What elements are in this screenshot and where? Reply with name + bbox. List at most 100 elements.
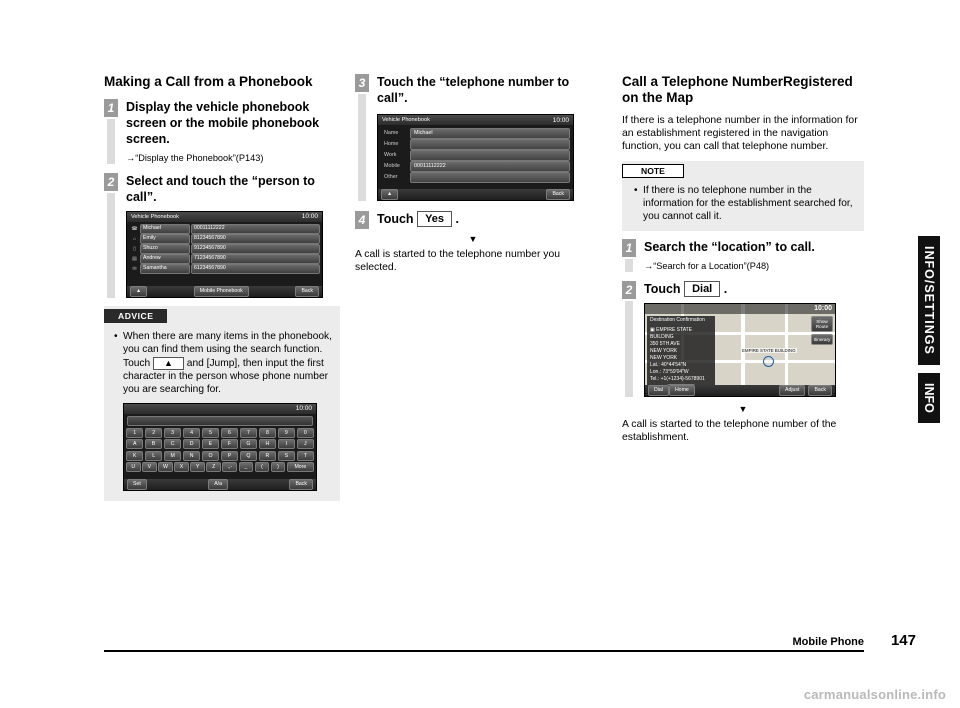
screenshot-vehicle-phonebook-list: Vehicle Phonebook 10:00 ☎ Michael 000111… xyxy=(126,210,323,298)
key-g[interactable]: G xyxy=(239,439,258,449)
address-line-2: NEW YORK xyxy=(650,348,678,354)
more-button[interactable]: More xyxy=(286,462,314,472)
key-i[interactable]: I xyxy=(277,439,296,449)
screen-clock: 10:00 xyxy=(295,405,312,412)
adjust-button[interactable]: Adjust xyxy=(779,385,806,396)
screenshot-bottombar: ▲ Mobile Phonebook Back xyxy=(127,285,322,297)
case-button[interactable]: A/a xyxy=(208,478,229,490)
key-7[interactable]: 7 xyxy=(239,427,258,438)
key-y[interactable]: Y xyxy=(190,462,205,472)
key-paren-close[interactable]: ) xyxy=(270,462,286,472)
show-route-button[interactable]: Show Route xyxy=(811,316,833,332)
destination-confirmation-panel: Destination Confirmation ▣ EMPIRE STATE … xyxy=(647,316,715,394)
result-text: A call is started to the telephone numbe… xyxy=(622,419,837,443)
key-f[interactable]: F xyxy=(220,439,239,449)
key-t[interactable]: T xyxy=(296,450,315,461)
key-paren-open[interactable]: ( xyxy=(254,462,270,472)
step-number: 4 xyxy=(355,211,369,229)
step-4: 4 Touch Yes . xyxy=(355,211,591,229)
key-1[interactable]: 1 xyxy=(125,427,144,438)
list-item[interactable]: ▤ Andrew 71234567890 xyxy=(129,254,320,264)
latitude-row: Lat.: 40°44'54"N xyxy=(650,362,687,368)
advice-box: ADVICE When there are many items in the … xyxy=(104,305,340,501)
list-item[interactable]: ▯ Shuzo 91234567890 xyxy=(129,244,320,254)
key-4[interactable]: 4 xyxy=(182,427,201,438)
key-d[interactable]: D xyxy=(182,439,201,449)
dial-key[interactable]: Dial xyxy=(684,281,721,297)
key-5[interactable]: 5 xyxy=(201,427,220,438)
dial-button[interactable]: Dial xyxy=(648,385,669,396)
keyboard-row: K L M N O P Q R S T xyxy=(125,450,315,461)
footer-rule: Mobile Phone 147 xyxy=(104,632,916,652)
key-2[interactable]: 2 xyxy=(144,427,163,438)
key-e[interactable]: E xyxy=(201,439,220,449)
step-2-map: 2 Touch Dial . 10:00 Destination Confirm… xyxy=(622,281,864,397)
step-title: Touch Dial . xyxy=(644,281,864,297)
list-item[interactable]: ✉ Samantha 61234567890 xyxy=(129,264,320,274)
jump-key[interactable]: ▲ xyxy=(153,356,184,370)
key-o[interactable]: O xyxy=(201,450,220,461)
key-8[interactable]: 8 xyxy=(258,427,277,438)
key-h[interactable]: H xyxy=(258,439,277,449)
back-button[interactable]: Back xyxy=(546,189,570,200)
key-q[interactable]: Q xyxy=(239,450,258,461)
home-button[interactable]: Home xyxy=(668,385,695,396)
key-b[interactable]: B xyxy=(144,439,163,449)
detail-row: Other xyxy=(381,171,570,183)
step-number: 2 xyxy=(622,281,636,299)
keyboard-row: 1 2 3 4 5 6 7 8 9 0 xyxy=(125,427,315,438)
field-value[interactable] xyxy=(410,149,570,161)
key-s[interactable]: S xyxy=(277,450,296,461)
key-k[interactable]: K xyxy=(125,450,144,461)
step-title-pre: Touch xyxy=(644,282,681,296)
mobile-phonebook-button[interactable]: Mobile Phonebook xyxy=(193,285,249,297)
key-l[interactable]: L xyxy=(144,450,163,461)
search-input[interactable] xyxy=(127,415,313,426)
key-9[interactable]: 9 xyxy=(277,427,296,438)
field-value[interactable] xyxy=(410,171,570,183)
back-button[interactable]: Back xyxy=(295,285,319,297)
set-button[interactable]: Set xyxy=(127,478,147,490)
list-item[interactable]: ⌂ Emily 81234567890 xyxy=(129,234,320,244)
key-j[interactable]: J xyxy=(296,439,315,449)
yes-key[interactable]: Yes xyxy=(417,211,453,227)
key-w[interactable]: W xyxy=(158,462,173,472)
key-0[interactable]: 0 xyxy=(296,427,315,438)
key-n[interactable]: N xyxy=(182,450,201,461)
itinerary-button[interactable]: Itinerary xyxy=(811,334,833,345)
key-3[interactable]: 3 xyxy=(163,427,182,438)
key-v[interactable]: V xyxy=(142,462,157,472)
advice-text-2-pre: Touch xyxy=(123,357,151,369)
field-label: Mobile xyxy=(384,163,400,169)
field-value[interactable]: Michael xyxy=(410,127,570,139)
address-line-3: NEW YORK xyxy=(650,355,678,361)
key-z[interactable]: Z xyxy=(206,462,221,472)
field-label: Work xyxy=(384,152,397,158)
key-r[interactable]: R xyxy=(258,450,277,461)
field-value[interactable]: 00011112222 xyxy=(410,160,570,172)
key-x[interactable]: X xyxy=(174,462,189,472)
contact-name: Emily xyxy=(140,234,190,244)
key-p[interactable]: P xyxy=(220,450,239,461)
key-punctuation[interactable]: .,- xyxy=(222,462,238,472)
key-c[interactable]: C xyxy=(163,439,182,449)
step-title: Search the “location” to call. xyxy=(644,240,815,254)
scroll-up-button[interactable]: ▲ xyxy=(381,189,399,200)
screen-title: Vehicle Phonebook xyxy=(382,117,430,123)
result-text: A call is started to the telephone numbe… xyxy=(355,249,561,273)
flow-arrow-icon: ▼ xyxy=(738,404,748,414)
list-item[interactable]: ☎ Michael 00011112222 xyxy=(129,224,320,234)
field-value[interactable] xyxy=(410,138,570,150)
screenshot-bottombar: ▲ Back xyxy=(378,189,573,200)
key-6[interactable]: 6 xyxy=(220,427,239,438)
scroll-up-button[interactable]: ▲ xyxy=(130,285,148,297)
screen-clock: 10:00 xyxy=(301,213,318,220)
key-m[interactable]: M xyxy=(163,450,182,461)
key-u[interactable]: U xyxy=(126,462,141,472)
section-heading-phonebook: Making a Call from a Phonebook xyxy=(104,74,313,89)
detail-row: Home xyxy=(381,138,570,150)
back-button[interactable]: Back xyxy=(808,385,832,396)
key-underscore[interactable]: _ xyxy=(238,462,254,472)
key-a[interactable]: A xyxy=(125,439,144,449)
back-button[interactable]: Back xyxy=(289,478,313,490)
